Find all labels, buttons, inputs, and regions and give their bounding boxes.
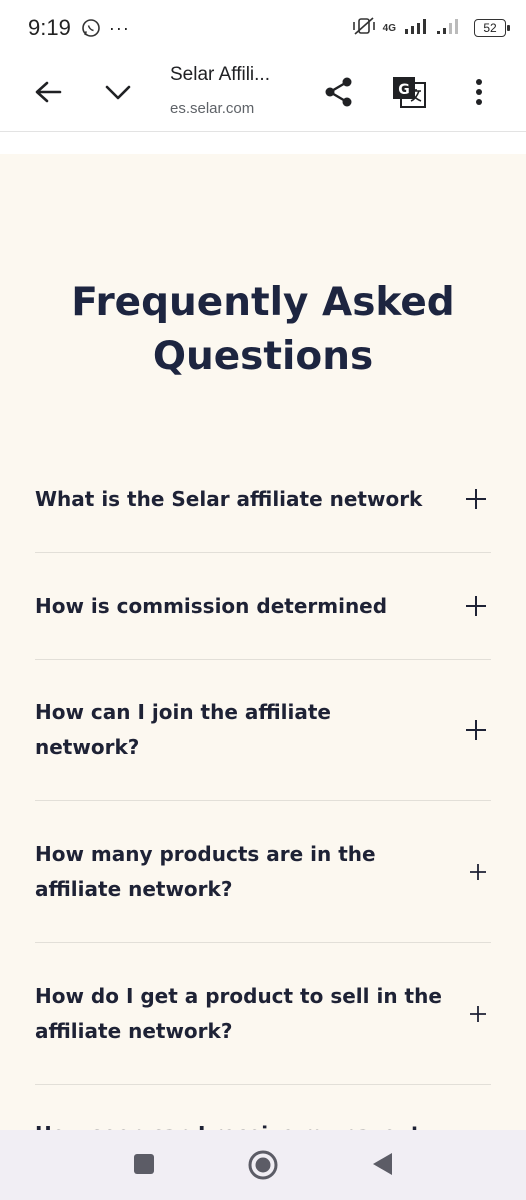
plus-icon[interactable] [465,719,487,741]
faq-question: How can I join the affiliate network? [35,700,331,759]
faq-question: What is the Selar affiliate network [35,486,423,511]
network-type: 4G [382,22,396,34]
system-nav-bar [0,1130,526,1200]
home-icon[interactable] [246,1148,280,1182]
status-time: 9:19 [28,15,71,40]
faq-list: What is the Selar affiliate network How … [35,446,491,1130]
faq-item[interactable]: How can I join the affiliate network? [35,660,491,801]
whatsapp-icon [81,18,101,38]
faq-item[interactable]: How soon can I receive my payout [35,1085,491,1130]
plus-icon[interactable] [469,1005,487,1023]
faq-item[interactable]: What is the Selar affiliate network [35,446,491,553]
nav-back-icon[interactable] [368,1150,396,1178]
page-title[interactable]: Selar Affili... [170,64,300,86]
signal-2-icon [436,17,462,40]
translate-icon[interactable]: G [388,72,430,112]
page-url[interactable]: es.selar.com [170,100,300,117]
plus-icon[interactable] [469,863,487,881]
svg-text:G: G [398,82,410,98]
faq-item[interactable]: How is commission determined [35,553,491,660]
recent-apps-icon[interactable] [130,1150,158,1178]
faq-section: Frequently Asked Questions What is the S… [0,154,526,1130]
chevron-down-icon[interactable] [98,74,138,110]
faq-question: How do I get a product to sell in the af… [35,983,442,1043]
plus-icon[interactable] [465,488,487,510]
status-more-icon: ··· [108,17,130,38]
vibrate-mute-icon [351,16,377,41]
browser-toolbar: Selar Affili... es.selar.com G [0,56,526,132]
more-vert-icon[interactable] [462,72,496,112]
plus-icon[interactable] [465,595,487,617]
faq-question: How soon can I receive my payout [35,1117,445,1130]
back-arrow-icon[interactable] [28,74,68,110]
faq-question: How many products are in the affiliate n… [35,841,376,901]
share-icon[interactable] [318,72,360,112]
battery-icon: 52 [474,19,510,37]
signal-icon [404,17,430,40]
faq-item[interactable]: How many products are in the affiliate n… [35,801,491,943]
faq-question: How is commission determined [35,593,388,618]
status-bar: 9:19 ··· 4G 52 [0,0,526,56]
faq-heading: Frequently Asked Questions [71,280,455,379]
faq-item[interactable]: How do I get a product to sell in the af… [35,943,491,1085]
